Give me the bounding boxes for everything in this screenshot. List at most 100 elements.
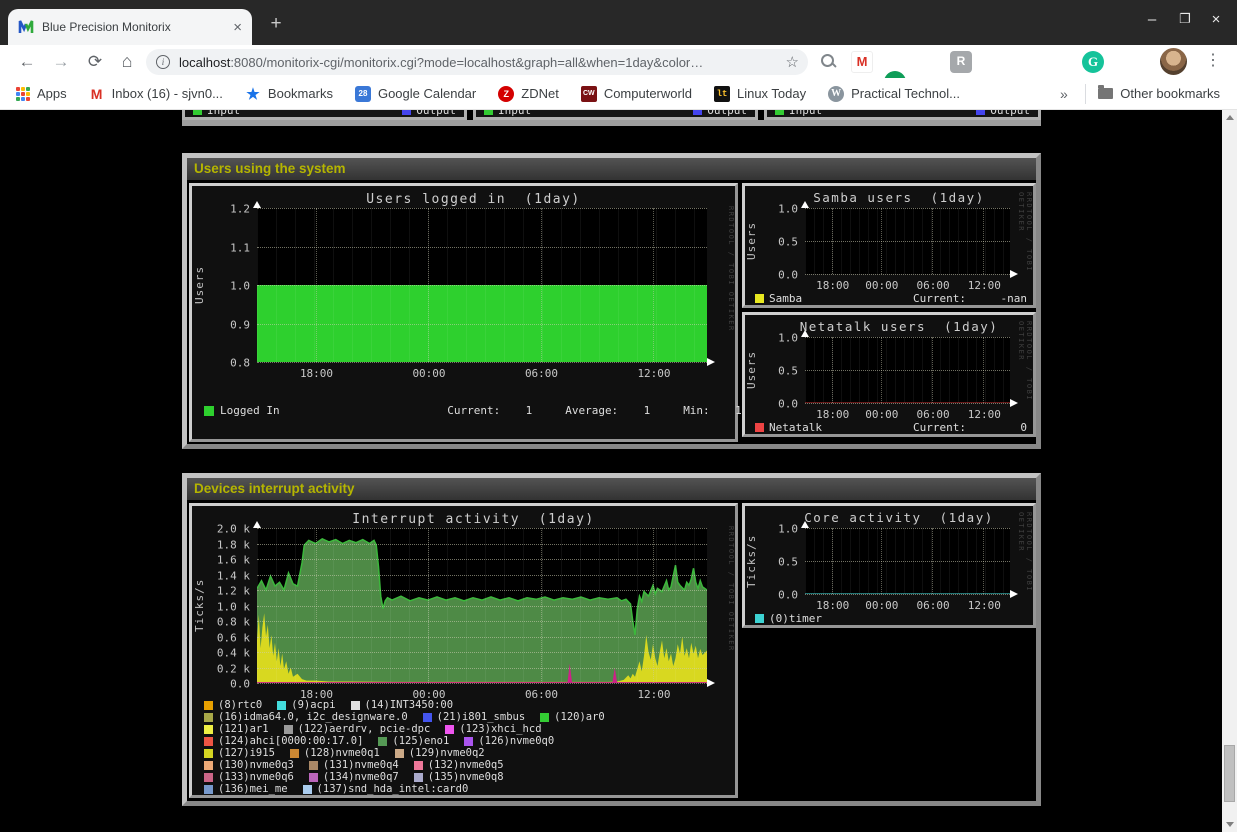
legend-swatch	[204, 406, 214, 416]
gmail-extension-icon[interactable]: M	[851, 51, 873, 73]
x-tick-label: 06:00	[525, 688, 558, 701]
bookmarks-overflow-chevron[interactable]: »	[1060, 86, 1068, 102]
browser-tab[interactable]: Blue Precision Monitorix ×	[8, 9, 252, 45]
profile-avatar[interactable]	[1160, 48, 1187, 75]
y-gridline: 0.8	[257, 362, 707, 363]
section-users: Users using the system Users logged in (…	[182, 153, 1041, 449]
tab-title: Blue Precision Monitorix	[42, 20, 227, 34]
y-tick-label: 1.2 k	[217, 585, 250, 598]
y-gridline: 0.4 k	[257, 652, 707, 653]
y-tick-label: 0.2 k	[217, 662, 250, 675]
calendar-icon: 28	[355, 86, 371, 102]
legend-swatch	[755, 614, 764, 623]
bookmark-apps[interactable]: Apps	[16, 86, 67, 101]
x-tick-label: 12:00	[968, 599, 1001, 612]
current-label: Current:	[913, 292, 966, 305]
y-gridline: 0.5	[805, 561, 1010, 562]
scrollbar-down-arrow[interactable]	[1222, 817, 1237, 832]
x-tick-label: 06:00	[917, 408, 950, 421]
window-close-button[interactable]: ×	[1205, 11, 1227, 28]
bookmark-computerworld[interactable]: CW Computerworld	[581, 86, 692, 102]
legend-item: (125)eno1	[378, 735, 449, 747]
interrupt-legend-row-7: (133)nvme0q6(134)nvme0q7(135)nvme0q8	[204, 771, 519, 783]
y-gridline: 2.0 k	[257, 528, 707, 529]
legend-swatch	[540, 713, 549, 722]
reload-button[interactable]: ⟳	[82, 49, 108, 75]
address-bar[interactable]: i localhost:8080/monitorix-cgi/monitorix…	[146, 49, 808, 75]
plot-area: 1.00.50.0 18:0000:0006:0012:00	[805, 337, 1010, 403]
bookmark-inbox[interactable]: M Inbox (16) - sjvn0...	[89, 86, 223, 102]
legend-item: (124)ahci[0000:00:17.0]	[204, 735, 363, 747]
browser-menu-icon[interactable]: ⋮	[1203, 50, 1223, 70]
legend-swatch	[414, 773, 423, 782]
interrupt-legend-row-8: (136)mei_me(137)snd_hda_intel:card0	[204, 783, 483, 795]
x-gridline: 12:00	[983, 208, 984, 274]
y-gridline: 0.6 k	[257, 637, 707, 638]
y-tick-label: 1.0	[778, 523, 798, 536]
x-tick-label: 06:00	[917, 279, 950, 292]
scrollbar-up-arrow[interactable]	[1222, 110, 1237, 125]
grammarly-extension-icon[interactable]: G	[1082, 51, 1104, 73]
window-maximize-button[interactable]: ❐	[1174, 11, 1196, 27]
legend-swatch	[204, 785, 213, 794]
legend-item: (132)nvme0q5	[414, 759, 504, 771]
x-gridline: 18:00	[832, 528, 833, 594]
x-tick-label: 18:00	[816, 279, 849, 292]
scrollbar-thumb[interactable]	[1224, 745, 1235, 802]
axis-arrow-up	[801, 521, 809, 528]
y-tick-label: 1.0 k	[217, 600, 250, 613]
plot-area: 1.00.50.0 18:0000:0006:0012:00	[805, 528, 1010, 594]
y-tick-label: 0.4 k	[217, 647, 250, 660]
url-host: localhost	[179, 55, 230, 70]
legend-swatch	[755, 423, 764, 432]
y-axis-label: Ticks/s	[193, 528, 206, 683]
bookmarks-bar: Apps M Inbox (16) - sjvn0... ★ Bookmarks…	[0, 78, 1237, 110]
axis-arrow-right	[707, 358, 715, 366]
y-axis-label: Users	[745, 337, 758, 403]
legend-item: (129)nvme0q2	[395, 747, 485, 759]
y-tick-label: 1.6 k	[217, 554, 250, 567]
rrdtool-watermark: RRDTOOL / TOBI OETIKER	[1017, 192, 1033, 305]
legend-swatch	[204, 749, 213, 758]
home-button[interactable]: ⌂	[114, 49, 140, 75]
interrupt-activity-graph: Interrupt activity (1day) Ticks/s RRDTOO…	[189, 503, 738, 798]
y-axis-label: Users	[745, 208, 758, 274]
folder-icon	[1098, 88, 1113, 99]
page-scrollbar[interactable]	[1222, 110, 1237, 832]
bookmark-zdnet[interactable]: Z ZDNet	[498, 86, 559, 102]
r-extension-icon[interactable]: R	[950, 51, 972, 73]
bookmark-google-calendar[interactable]: 28 Google Calendar	[355, 86, 476, 102]
url-text[interactable]: localhost:8080/monitorix-cgi/monitorix.c…	[179, 55, 703, 70]
legend-item: (134)nvme0q7	[309, 771, 399, 783]
new-tab-button[interactable]: +	[264, 13, 288, 37]
bookmark-practical-technology[interactable]: W Practical Technol...	[828, 86, 960, 102]
x-gridline: 06:00	[932, 528, 933, 594]
y-gridline: 1.0	[805, 528, 1010, 529]
legend-swatch	[204, 773, 213, 782]
page-info-icon[interactable]: i	[156, 55, 170, 69]
bookmark-star-icon[interactable]: ☆	[786, 53, 799, 71]
x-gridline: 12:00	[653, 208, 654, 362]
search-extension-icon[interactable]	[818, 51, 838, 71]
section-interrupts-title: Devices interrupt activity	[187, 478, 1036, 500]
x-gridline: 18:00	[832, 337, 833, 403]
other-bookmarks-button[interactable]: Other bookmarks	[1098, 86, 1220, 101]
y-tick-label: 1.2	[230, 203, 250, 216]
apps-grid-icon	[16, 87, 30, 101]
x-tick-label: 12:00	[637, 688, 670, 701]
tab-close-icon[interactable]: ×	[233, 19, 242, 36]
x-gridline: 18:00	[316, 208, 317, 362]
back-button[interactable]: ←	[14, 49, 40, 75]
bookmark-linux-today[interactable]: lt Linux Today	[714, 86, 806, 102]
y-gridline: 1.4 k	[257, 575, 707, 576]
legend-swatch	[464, 737, 473, 746]
legend-swatch	[204, 725, 213, 734]
y-tick-label: 1.0	[778, 203, 798, 216]
legend-item: (8)rtc0	[204, 699, 262, 711]
window-minimize-button[interactable]: –	[1141, 11, 1163, 28]
legend-swatch	[204, 761, 213, 770]
x-gridline: 00:00	[881, 528, 882, 594]
bookmark-bookmarks[interactable]: ★ Bookmarks	[245, 86, 333, 102]
forward-button[interactable]: →	[48, 49, 74, 75]
y-gridline: 1.0	[805, 208, 1010, 209]
